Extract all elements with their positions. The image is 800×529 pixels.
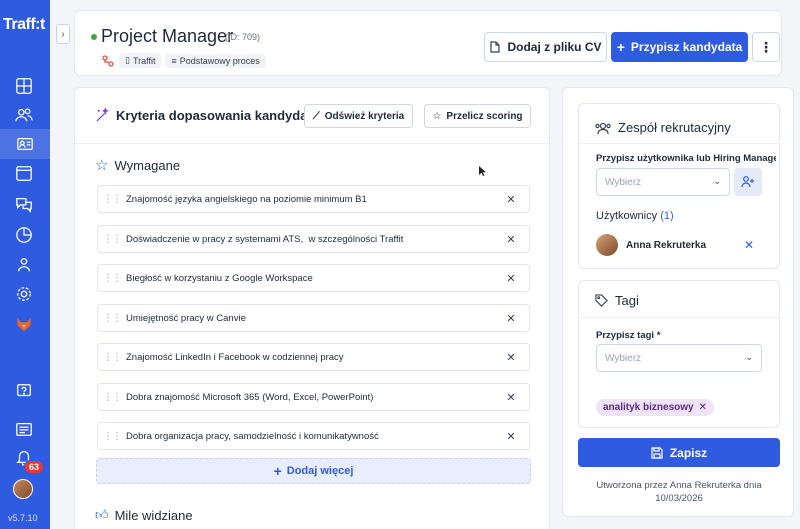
magic-wand-icon: ⟋ bbox=[312, 110, 320, 122]
process-icon: ≡ bbox=[171, 55, 177, 66]
criterion-row[interactable]: ⋮⋮ Biegłość w korzystaniu z Google Works… bbox=[97, 264, 530, 292]
page-title: Project Manager bbox=[101, 26, 234, 46]
tag-chip[interactable]: analityk biznesowy ✕ bbox=[596, 399, 714, 416]
required-header: ☆ Wymagane bbox=[95, 157, 181, 174]
company-chip[interactable]: ▯ Traffit bbox=[119, 53, 162, 68]
candidates-icon[interactable] bbox=[14, 105, 34, 125]
team-icon bbox=[595, 122, 611, 134]
drag-handle-icon[interactable]: ⋮⋮ bbox=[98, 431, 126, 442]
drag-handle-icon[interactable]: ⋮⋮ bbox=[98, 273, 126, 284]
star-icon: ☆ bbox=[95, 157, 109, 174]
plus-icon: + bbox=[616, 39, 625, 55]
projects-icon[interactable] bbox=[0, 129, 50, 159]
drag-handle-icon[interactable]: ⋮⋮ bbox=[98, 313, 126, 324]
criterion-row[interactable]: ⋮⋮ Umiejętność pracy w Canvie ✕ bbox=[97, 304, 530, 332]
assign-user-label: Przypisz użytkownika lub Hiring Manage… bbox=[596, 153, 776, 164]
settings-icon[interactable] bbox=[14, 284, 34, 304]
process-chip[interactable]: ≡ Podstawowy proces bbox=[165, 53, 266, 68]
sidebar: Traff:t 63 v5.7.10 bbox=[0, 0, 50, 529]
criteria-card: Kryteria dopasowania kandydata ⟋ Odśwież… bbox=[74, 87, 551, 529]
remove-user-icon[interactable]: ✕ bbox=[744, 238, 754, 252]
messages-icon[interactable] bbox=[14, 194, 34, 214]
help-icon[interactable] bbox=[14, 381, 34, 401]
remove-icon[interactable]: ✕ bbox=[493, 312, 529, 325]
drag-handle-icon[interactable]: ⋮⋮ bbox=[98, 234, 126, 245]
thumbs-up-icon: 👍︎ bbox=[95, 507, 109, 522]
reports-icon[interactable] bbox=[14, 225, 34, 245]
chevron-down-icon: ⌄ bbox=[745, 352, 753, 362]
fox-icon[interactable] bbox=[14, 314, 34, 334]
dashboard-icon[interactable] bbox=[14, 76, 34, 96]
divider bbox=[579, 317, 779, 318]
divider bbox=[75, 143, 551, 144]
recalculate-scoring-button[interactable]: ☆ Przelicz scoring bbox=[424, 104, 531, 128]
remove-icon[interactable]: ✕ bbox=[493, 233, 529, 246]
user-avatar[interactable] bbox=[13, 479, 33, 499]
criterion-row[interactable]: ⋮⋮ Dobra znajomość Microsoft 365 (Word, … bbox=[97, 383, 530, 411]
chevron-down-icon: ⌄ bbox=[713, 176, 721, 186]
expand-sidebar-button[interactable]: › bbox=[56, 24, 70, 44]
assign-tags-label: Przypisz tagi * bbox=[596, 330, 661, 341]
remove-icon[interactable]: ✕ bbox=[493, 272, 529, 285]
add-more-button[interactable]: + Dodaj więcej bbox=[96, 458, 531, 484]
project-chips: ▯ Traffit ≡ Podstawowy proces bbox=[101, 53, 266, 68]
add-from-cv-button[interactable]: Dodaj z pliku CV bbox=[484, 32, 607, 62]
notification-badge: 63 bbox=[24, 460, 45, 474]
user-select[interactable]: Wybierz ⌄ bbox=[596, 168, 730, 196]
remove-tag-icon[interactable]: ✕ bbox=[699, 402, 707, 413]
criteria-header: Kryteria dopasowania kandydata bbox=[95, 108, 319, 123]
save-icon bbox=[651, 446, 663, 459]
users-label: Użytkownicy (1) bbox=[596, 210, 674, 222]
user-row: Anna Rekruterka bbox=[596, 234, 706, 256]
flow-icon bbox=[101, 54, 115, 68]
project-id: (ID: 709) bbox=[225, 32, 261, 42]
status-indicator bbox=[91, 34, 97, 40]
file-icon bbox=[490, 41, 501, 53]
project-header: Project Manager (ID: 709) ▯ Traffit ≡ Po… bbox=[74, 10, 782, 76]
plus-icon: + bbox=[273, 463, 282, 479]
team-icon[interactable] bbox=[14, 255, 34, 275]
avatar bbox=[596, 234, 618, 256]
tags-card: Tagi Przypisz tagi * Wybierz ⌄ analityk … bbox=[578, 280, 780, 428]
magic-wand-icon bbox=[96, 108, 110, 122]
remove-icon[interactable]: ✕ bbox=[493, 193, 529, 206]
drag-handle-icon[interactable]: ⋮⋮ bbox=[98, 352, 126, 363]
drag-handle-icon[interactable]: ⋮⋮ bbox=[98, 194, 126, 205]
criterion-row[interactable]: ⋮⋮ Doświadczenie w pracy z systemami ATS… bbox=[97, 225, 530, 253]
remove-icon[interactable]: ✕ bbox=[493, 430, 529, 443]
chevron-right-icon: › bbox=[61, 28, 65, 40]
criterion-row[interactable]: ⋮⋮ Dobra organizacja pracy, samodzielnoś… bbox=[97, 422, 530, 450]
news-icon[interactable] bbox=[14, 419, 34, 439]
building-icon: ▯ bbox=[125, 55, 130, 65]
nice-to-have-header: 👍︎ Mile widziane bbox=[95, 507, 193, 523]
mouse-cursor bbox=[479, 163, 487, 176]
add-user-button[interactable] bbox=[734, 168, 762, 196]
created-info: Utworzona przez Anna Rekruterka dnia 10/… bbox=[596, 480, 762, 504]
divider bbox=[579, 143, 779, 144]
remove-icon[interactable]: ✕ bbox=[493, 351, 529, 364]
recruitment-team-header: Zespół rekrutacyjny bbox=[595, 120, 731, 135]
tag-icon bbox=[595, 294, 608, 307]
app-version: v5.7.10 bbox=[8, 513, 38, 523]
more-options-button[interactable]: ⋮ bbox=[752, 32, 780, 62]
tags-header: Tagi bbox=[595, 293, 639, 308]
more-icon: ⋮ bbox=[759, 38, 773, 55]
assign-candidate-button[interactable]: + Przypisz kandydata bbox=[611, 32, 748, 62]
star-icon: ☆ bbox=[432, 110, 442, 122]
calendar-icon[interactable] bbox=[14, 163, 34, 183]
criterion-row[interactable]: ⋮⋮ Znajomość LinkedIn i Facebook w codzi… bbox=[97, 343, 530, 371]
drag-handle-icon[interactable]: ⋮⋮ bbox=[98, 392, 126, 403]
remove-icon[interactable]: ✕ bbox=[493, 391, 529, 404]
save-button[interactable]: Zapisz bbox=[578, 438, 780, 467]
app-logo[interactable]: Traff:t bbox=[3, 16, 45, 34]
add-user-icon bbox=[741, 176, 754, 188]
criterion-row[interactable]: ⋮⋮ Znajomość języka angielskiego na pozi… bbox=[97, 185, 530, 213]
refresh-criteria-button[interactable]: ⟋ Odśwież kryteria bbox=[304, 104, 413, 128]
tags-select[interactable]: Wybierz ⌄ bbox=[596, 344, 762, 372]
recruitment-team-card: Zespół rekrutacyjny Przypisz użytkownika… bbox=[578, 103, 780, 269]
